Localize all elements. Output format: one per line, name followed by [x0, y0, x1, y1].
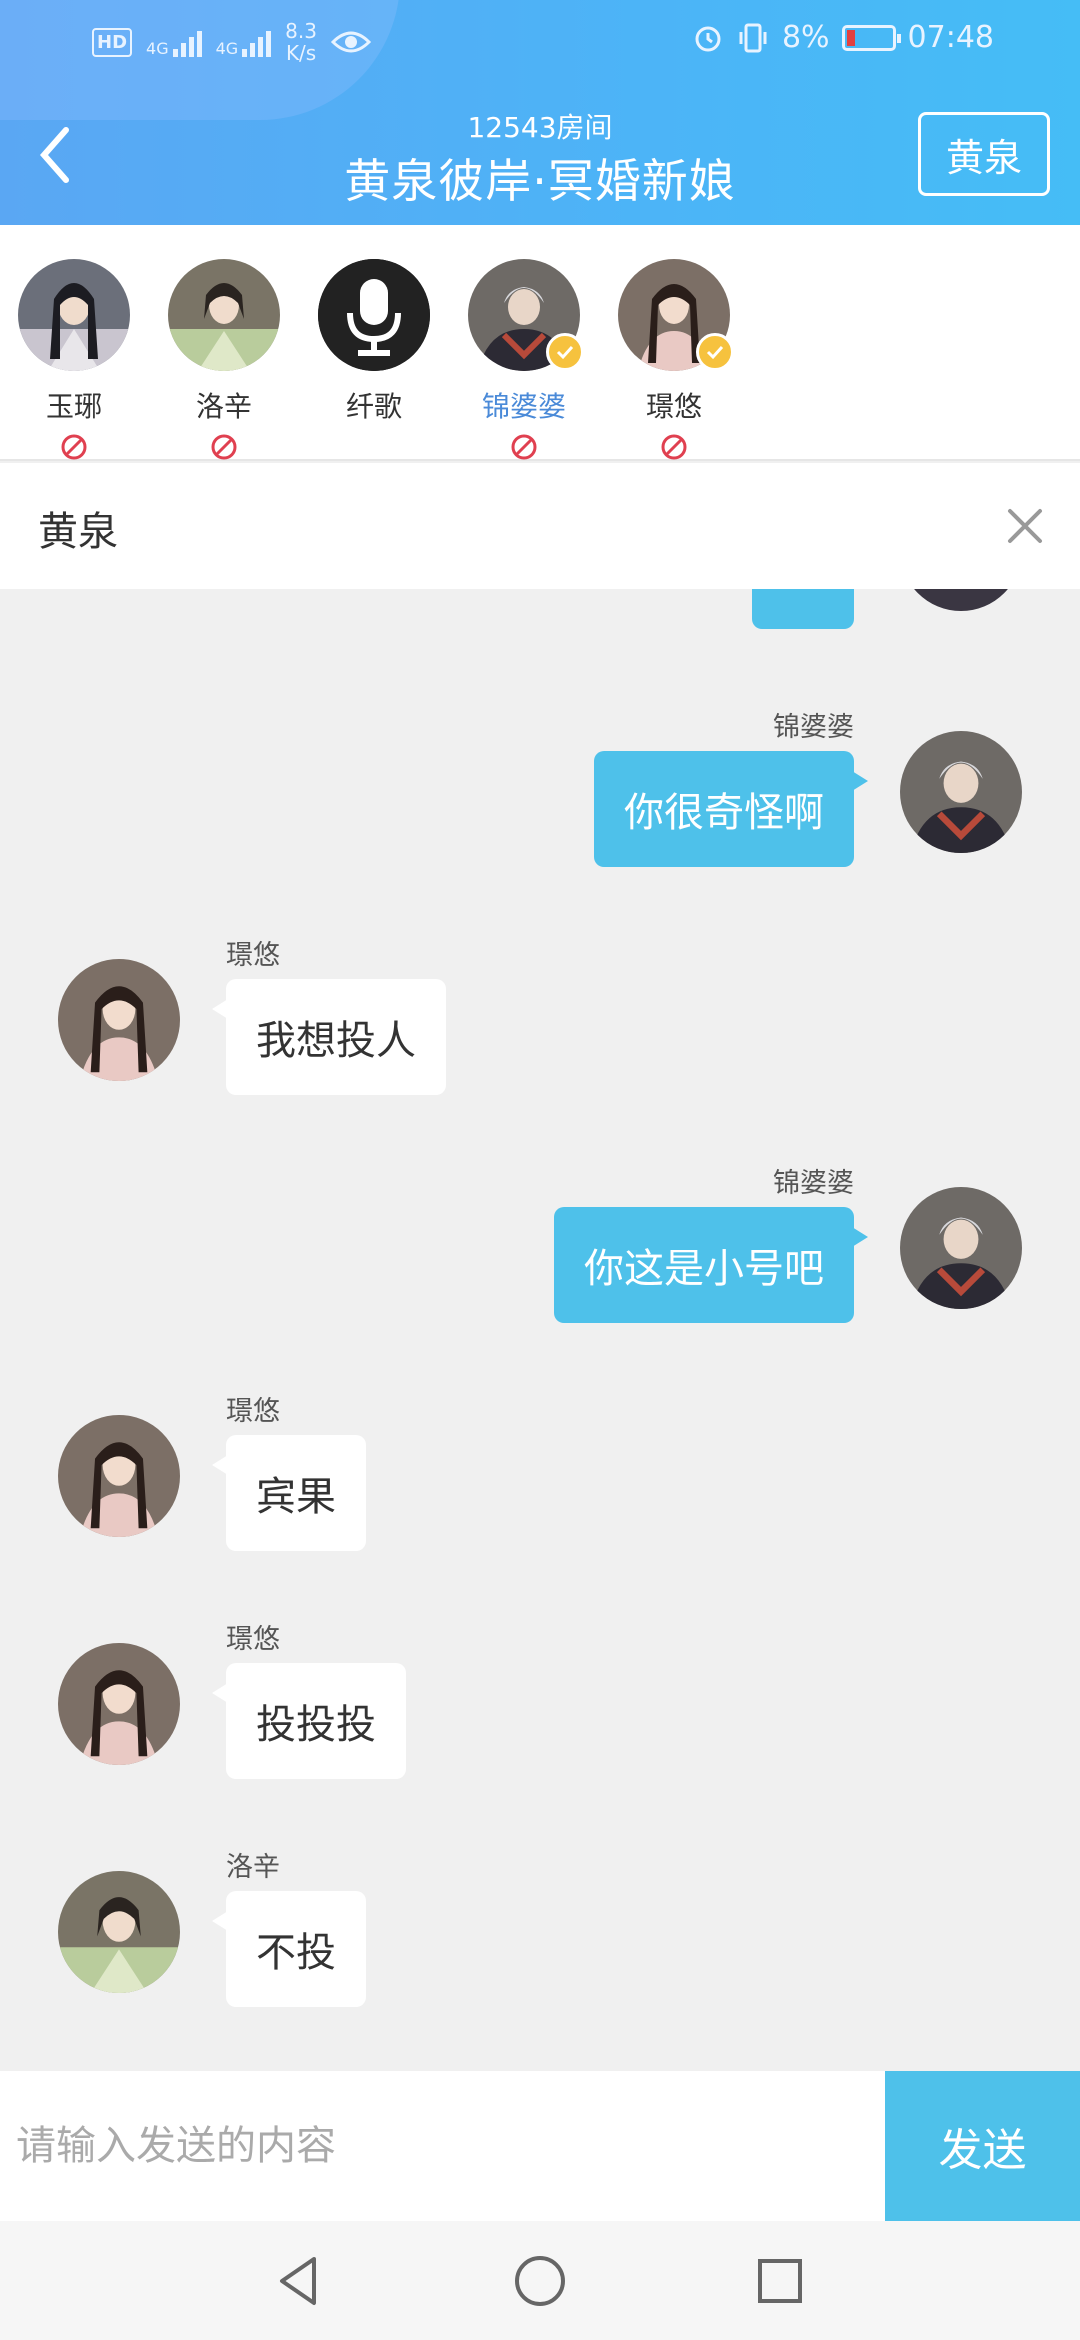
- avatar-image: [900, 731, 1022, 853]
- app-header: HD 4G 4G 8.3 K/s 8% 07:48 12543房间 黄泉彼岸·冥…: [0, 0, 1080, 225]
- avatar-image: [18, 259, 130, 371]
- message-sender: 洛辛: [226, 1852, 280, 1883]
- message-sender: 璟悠: [226, 1624, 280, 1655]
- network-speed: 8.3 K/s: [285, 19, 317, 65]
- square-recents-icon: [758, 2259, 802, 2303]
- chat-messages[interactable]: 锦婆婆 你很奇怪啊 璟悠 我想投人 锦婆婆 你这是小号吧 璟悠 宾果 璟悠 投投…: [0, 589, 1080, 2071]
- member-item[interactable]: 锦婆婆: [464, 259, 584, 465]
- battery-icon: [841, 24, 901, 51]
- member-name: 璟悠: [645, 390, 702, 423]
- message-composer: 发送: [0, 2071, 1080, 2221]
- member-name: 锦婆婆: [481, 390, 566, 423]
- member-item[interactable]: 纤歌: [314, 259, 434, 425]
- message-sender: 璟悠: [226, 1396, 280, 1427]
- avatar-image: [58, 959, 180, 1081]
- ban-icon: [511, 434, 537, 460]
- network-4g-icon-1: 4G: [146, 27, 202, 57]
- status-bar: HD 4G 4G 8.3 K/s 8% 07:48: [0, 0, 1080, 84]
- member-list: 玉琊 洛辛 纤歌 锦婆婆 璟悠: [0, 225, 1080, 461]
- message-bubble[interactable]: 宾果: [212, 1435, 366, 1551]
- message-sender: 璟悠: [226, 940, 280, 971]
- hd-icon: HD: [92, 27, 133, 57]
- message-bubble[interactable]: 不投: [212, 1891, 366, 2007]
- message-bubble[interactable]: 投投投: [212, 1663, 406, 1779]
- avatar[interactable]: [58, 1871, 180, 1993]
- close-button[interactable]: [1000, 501, 1050, 551]
- member-item[interactable]: 璟悠: [614, 259, 734, 465]
- avatar-image: [900, 1187, 1022, 1309]
- nav-home-button[interactable]: [508, 2249, 572, 2313]
- message-input[interactable]: [0, 2071, 885, 2221]
- ban-icon: [661, 434, 687, 460]
- message-bubble[interactable]: 我想投人: [212, 979, 446, 1095]
- member-name: 纤歌: [345, 390, 402, 423]
- member-name: 玉琊: [45, 390, 102, 423]
- eye-icon: [330, 31, 371, 53]
- member-item[interactable]: 洛辛: [164, 259, 284, 465]
- battery-percent: 8%: [781, 20, 830, 55]
- circle-home-icon: [515, 2256, 565, 2306]
- ban-icon: [211, 434, 237, 460]
- send-button[interactable]: 发送: [885, 2071, 1080, 2221]
- avatar[interactable]: [900, 1187, 1022, 1309]
- partial-avatar: [900, 589, 1022, 611]
- avatar[interactable]: [18, 259, 130, 371]
- avatar[interactable]: [168, 259, 280, 371]
- partial-bubble: [752, 589, 854, 629]
- ban-icon: [61, 434, 87, 460]
- triangle-back-icon: [280, 2257, 316, 2305]
- message-sender: 锦婆婆: [773, 1168, 854, 1199]
- close-icon: [1008, 509, 1042, 543]
- avatar-image: [58, 1643, 180, 1765]
- member-name: 洛辛: [195, 390, 252, 423]
- avatar-image: [168, 259, 280, 371]
- verified-check-icon: [696, 333, 734, 371]
- status-right: 8% 07:48: [692, 20, 994, 55]
- channel-button[interactable]: 黄泉: [918, 112, 1050, 196]
- nav-back-button[interactable]: [268, 2249, 332, 2313]
- avatar[interactable]: [318, 259, 430, 371]
- network-4g-icon-2: 4G: [216, 27, 272, 57]
- status-left: HD 4G 4G 8.3 K/s: [92, 20, 371, 64]
- microphone-icon: [318, 259, 430, 371]
- vibrate-icon: [739, 23, 767, 52]
- avatar[interactable]: [900, 731, 1022, 853]
- nav-recents-button[interactable]: [748, 2249, 812, 2313]
- channel-filter-bar: 黄泉: [0, 463, 1080, 589]
- alarm-icon: [695, 26, 721, 51]
- verified-check-icon: [546, 333, 584, 371]
- avatar[interactable]: [58, 959, 180, 1081]
- avatar-image: [58, 1415, 180, 1537]
- avatar[interactable]: [58, 1643, 180, 1765]
- message-bubble[interactable]: 你很奇怪啊: [594, 751, 868, 867]
- member-item[interactable]: 玉琊: [14, 259, 134, 465]
- message-bubble[interactable]: 你这是小号吧: [554, 1207, 868, 1323]
- avatar[interactable]: [58, 1415, 180, 1537]
- clock: 07:48: [907, 20, 994, 55]
- channel-filter-label: 黄泉: [38, 509, 118, 555]
- system-nav-bar: [0, 2221, 1080, 2340]
- message-sender: 锦婆婆: [773, 712, 854, 743]
- avatar-image: [58, 1871, 180, 1993]
